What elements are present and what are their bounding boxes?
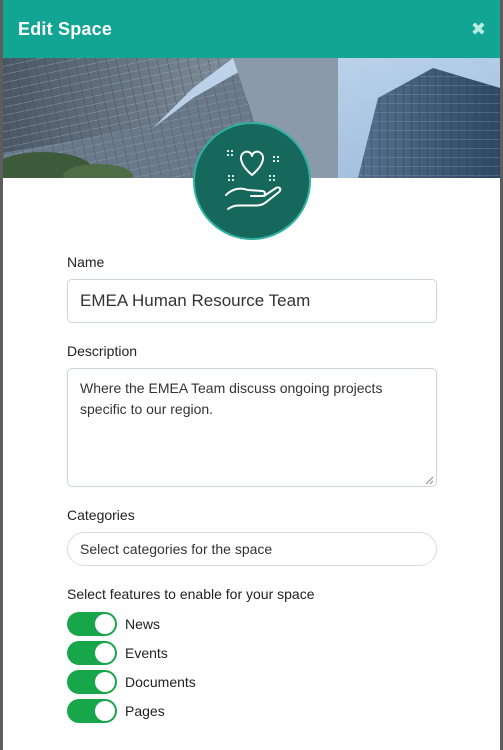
feature-events-row: Events bbox=[67, 641, 168, 665]
edit-space-dialog: Edit Space ✖ Name EMEA Human Resource Te… bbox=[3, 0, 500, 750]
features-label: Select features to enable for your space bbox=[67, 586, 315, 602]
feature-label-pages: Pages bbox=[125, 703, 165, 719]
name-label: Name bbox=[67, 254, 105, 270]
feature-news-row: News bbox=[67, 612, 160, 636]
toggle-knob bbox=[95, 643, 115, 663]
dialog-header: Edit Space ✖ bbox=[3, 0, 500, 58]
name-input[interactable]: EMEA Human Resource Team bbox=[67, 279, 437, 323]
feature-documents-row: Documents bbox=[67, 670, 196, 694]
toggle-knob bbox=[95, 614, 115, 634]
resize-grip-icon[interactable] bbox=[425, 476, 434, 485]
description-label: Description bbox=[67, 343, 138, 359]
close-icon[interactable]: ✖ bbox=[471, 20, 486, 38]
categories-label: Categories bbox=[67, 507, 135, 523]
categories-placeholder: Select categories for the space bbox=[80, 541, 273, 557]
news-toggle[interactable] bbox=[67, 612, 117, 636]
pages-toggle[interactable] bbox=[67, 699, 117, 723]
categories-select[interactable]: Select categories for the space bbox=[67, 532, 437, 566]
feature-label-news: News bbox=[125, 616, 161, 632]
space-avatar[interactable] bbox=[193, 122, 311, 240]
description-textarea[interactable]: Where the EMEA Team discuss ongoing proj… bbox=[67, 368, 437, 487]
dialog-title: Edit Space bbox=[18, 18, 113, 39]
toggle-knob bbox=[95, 701, 115, 721]
feature-pages-row: Pages bbox=[67, 699, 165, 723]
feature-label-documents: Documents bbox=[125, 674, 196, 690]
toggle-knob bbox=[95, 672, 115, 692]
documents-toggle[interactable] bbox=[67, 670, 117, 694]
heart-hand-icon bbox=[225, 150, 282, 210]
feature-label-events: Events bbox=[125, 645, 168, 661]
events-toggle[interactable] bbox=[67, 641, 117, 665]
